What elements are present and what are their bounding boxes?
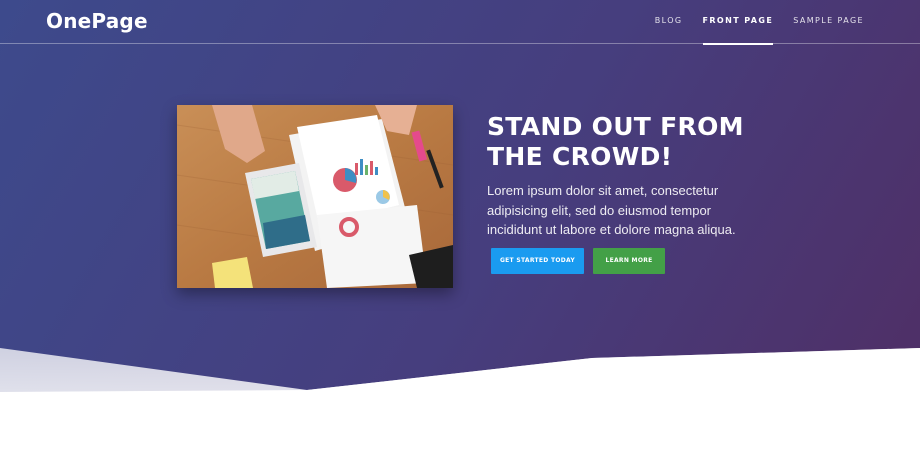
desk-tablet-charts-photo — [177, 105, 453, 288]
site-header: OnePage BLOG FRONT PAGE SAMPLE PAGE — [0, 0, 920, 45]
get-started-button[interactable]: GET STARTED TODAY — [491, 248, 584, 274]
hero-section: OnePage BLOG FRONT PAGE SAMPLE PAGE STAN… — [0, 0, 920, 392]
headline-line-2: THE CROWD! — [487, 142, 673, 171]
site-logo[interactable]: OnePage — [46, 9, 148, 33]
learn-more-button[interactable]: LEARN MORE — [593, 248, 665, 274]
main-nav: BLOG FRONT PAGE SAMPLE PAGE — [655, 0, 864, 45]
nav-item-sample-page[interactable]: SAMPLE PAGE — [793, 0, 864, 44]
hero-lead-text: Lorem ipsum dolor sit amet, consectetur … — [487, 183, 736, 237]
nav-item-front-page[interactable]: FRONT PAGE — [702, 0, 774, 45]
hero-image — [177, 105, 453, 288]
nav-item-blog[interactable]: BLOG — [655, 0, 683, 44]
headline-line-1: STAND OUT FROM — [487, 112, 744, 141]
hero-bottom-wave — [0, 348, 920, 476]
hero-headline: STAND OUT FROM THE CROWD! — [487, 112, 787, 172]
